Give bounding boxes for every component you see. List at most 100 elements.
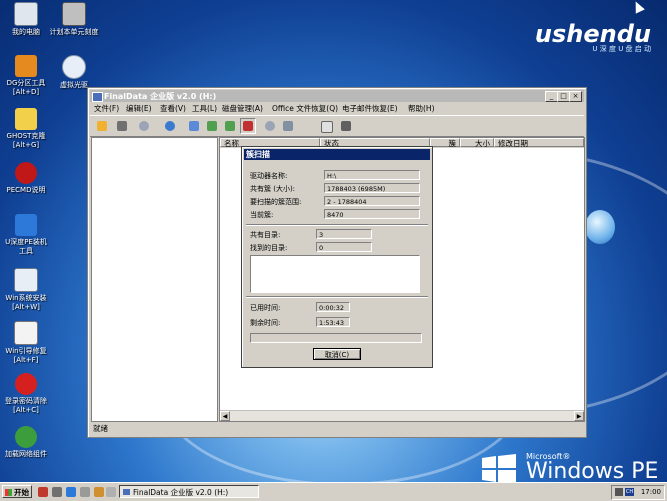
windows-logo-icon bbox=[5, 489, 12, 496]
status-text: 就绪 bbox=[93, 424, 108, 433]
windows-flag-icon bbox=[482, 454, 516, 484]
tray-icon[interactable] bbox=[615, 488, 623, 496]
found-items-box bbox=[250, 255, 420, 293]
desktop-icon-label: 登录密码清除 [Alt+C] bbox=[5, 397, 47, 414]
menu-edit[interactable]: 编辑(E) bbox=[126, 103, 152, 114]
desktop-icon-virtual-drive[interactable]: 虚拟光驱 bbox=[44, 55, 104, 90]
menu-disk[interactable]: 磁盘管理(A) bbox=[222, 103, 263, 114]
current-cluster-label: 当前簇: bbox=[250, 211, 274, 219]
installer-icon bbox=[15, 214, 37, 236]
desktop-icon-label: Win引导修复 [Alt+F] bbox=[5, 347, 47, 364]
menu-office-recovery[interactable]: Office 文件恢复(Q) bbox=[272, 103, 338, 114]
menu-view[interactable]: 查看(V) bbox=[160, 103, 186, 114]
total-dirs-value: 3 bbox=[316, 229, 372, 239]
divider bbox=[246, 296, 428, 298]
no-password-icon bbox=[15, 373, 37, 395]
desktop-icon-win-install[interactable]: Win系统安装 [Alt+W] bbox=[0, 268, 56, 312]
menu-tools[interactable]: 工具(L) bbox=[192, 103, 217, 114]
desktop-icon-boot-repair[interactable]: Win引导修复 [Alt+F] bbox=[0, 321, 56, 365]
quicklaunch-icon[interactable] bbox=[52, 487, 62, 497]
remaining-time-label: 剩余时间: bbox=[250, 319, 281, 327]
dialog-title: 簇扫描 bbox=[244, 149, 430, 160]
desktop-icon-network[interactable]: 加载网络组件 bbox=[0, 426, 56, 459]
cluster-scan-dialog[interactable]: 簇扫描 驱动器名称: H:\ 共有簇 (大小): 1788403 (6985M)… bbox=[241, 146, 433, 368]
current-cluster-value: 8470 bbox=[324, 209, 420, 219]
window-title: FinalData 企业版 v2.0 (H:) bbox=[104, 92, 217, 101]
menu-file[interactable]: 文件(F) bbox=[94, 103, 119, 114]
desktop-icon-ghost[interactable]: GHOST克隆 [Alt+G] bbox=[0, 108, 56, 150]
recover-icon[interactable] bbox=[338, 118, 354, 134]
find-icon[interactable] bbox=[262, 118, 278, 134]
quicklaunch-icon[interactable] bbox=[38, 487, 48, 497]
desktop-icon-label: 加载网络组件 bbox=[5, 450, 47, 458]
column-modified-date[interactable]: 修改日期 bbox=[494, 138, 584, 148]
gear-icon[interactable] bbox=[162, 118, 178, 134]
clock[interactable]: 17:00 bbox=[641, 488, 661, 496]
desktop-icon-password-clear[interactable]: 登录密码清除 [Alt+C] bbox=[0, 373, 56, 415]
ushendu-brand: ushendu U 深 度 U 盘 启 动 bbox=[535, 20, 651, 54]
open-folder-icon[interactable] bbox=[94, 118, 110, 134]
taskbar-button-finaldata[interactable]: FinalData 企业版 v2.0 (H:) bbox=[119, 485, 259, 498]
start-button[interactable]: 开始 bbox=[2, 485, 32, 498]
toolbox-icon bbox=[14, 321, 38, 345]
scan-progress-bar bbox=[250, 333, 422, 343]
column-cluster[interactable]: 簇 bbox=[430, 138, 460, 148]
find-list-icon[interactable] bbox=[280, 118, 296, 134]
system-tray: CH 17:00 bbox=[611, 485, 665, 500]
scroll-left-icon[interactable]: ◀ bbox=[220, 411, 230, 421]
cd-drive-icon bbox=[62, 55, 86, 79]
menu-email-recovery[interactable]: 电子邮件恢复(E) bbox=[342, 103, 398, 114]
app-icon bbox=[92, 92, 103, 102]
quicklaunch-icon[interactable] bbox=[106, 487, 116, 497]
drive-name-value: H:\ bbox=[324, 170, 420, 180]
desktop-icon-label: GHOST克隆 [Alt+G] bbox=[6, 132, 46, 149]
menu-help[interactable]: 帮助(H) bbox=[408, 103, 435, 114]
quicklaunch-icon[interactable] bbox=[94, 487, 104, 497]
column-size[interactable]: 大小 bbox=[460, 138, 494, 148]
desktop-icon-tool[interactable]: 计划本单元刻度 bbox=[44, 2, 104, 37]
divider bbox=[246, 224, 428, 226]
ghost-icon bbox=[15, 108, 37, 130]
window-titlebar[interactable]: FinalData 企业版 v2.0 (H:) _ □ × bbox=[90, 90, 584, 102]
desktop-icon-pecmd[interactable]: PECMD说明 bbox=[0, 162, 56, 195]
drive-icon bbox=[62, 2, 86, 26]
drive-name-label: 驱动器名称: bbox=[250, 172, 288, 180]
desktop-icon-label: Win系统安装 [Alt+W] bbox=[5, 294, 47, 311]
desktop-icon-label: 计划本单元刻度 bbox=[49, 28, 99, 36]
grid-icon[interactable] bbox=[240, 118, 256, 134]
toolbar bbox=[90, 115, 584, 137]
horizontal-scrollbar[interactable]: ◀ ▶ bbox=[220, 410, 584, 421]
elapsed-time-label: 已用时间: bbox=[250, 304, 281, 312]
total-clusters-label: 共有簇 (大小): bbox=[250, 185, 296, 193]
help-icon bbox=[15, 162, 37, 184]
copy-icon[interactable] bbox=[318, 118, 334, 134]
total-dirs-label: 共有目录: bbox=[250, 231, 281, 239]
cancel-button[interactable]: 取消(C) bbox=[313, 348, 361, 360]
quicklaunch-icon[interactable] bbox=[66, 487, 76, 497]
start-label: 开始 bbox=[14, 488, 29, 497]
menu-bar: 文件(F) 编辑(E) 查看(V) 工具(L) 磁盘管理(A) Office 文… bbox=[90, 103, 584, 114]
tree-expand-icon[interactable] bbox=[204, 118, 220, 134]
desktop-icon-label: PECMD说明 bbox=[6, 186, 46, 194]
taskbar-button-label: FinalData 企业版 v2.0 (H:) bbox=[133, 488, 229, 497]
found-dirs-value: 0 bbox=[316, 242, 372, 252]
tree-collapse-icon[interactable] bbox=[222, 118, 238, 134]
scroll-right-icon[interactable]: ▶ bbox=[574, 411, 584, 421]
ime-indicator[interactable]: CH bbox=[625, 488, 634, 496]
tree-icon[interactable] bbox=[186, 118, 202, 134]
computer-icon bbox=[14, 2, 38, 26]
desktop-icon-installer[interactable]: U深度PE装机 工具 bbox=[0, 214, 56, 256]
folder-tree-pane[interactable] bbox=[91, 137, 218, 422]
status-bar: 就绪 bbox=[91, 422, 583, 434]
search-icon[interactable] bbox=[136, 118, 152, 134]
remaining-time-value: 1:53:43 bbox=[316, 317, 350, 327]
windows-pe-label: Windows PE bbox=[526, 459, 659, 484]
dg-partition-icon bbox=[15, 55, 37, 77]
disk-icon[interactable] bbox=[114, 118, 130, 134]
taskbar: 开始 FinalData 企业版 v2.0 (H:) CH 17:00 bbox=[0, 482, 667, 501]
found-dirs-label: 找到的目录: bbox=[250, 244, 288, 252]
close-button[interactable]: × bbox=[569, 91, 582, 102]
quicklaunch-icon[interactable] bbox=[80, 487, 90, 497]
elapsed-time-value: 0:00:32 bbox=[316, 302, 350, 312]
desktop-icon-label: U深度PE装机 工具 bbox=[5, 238, 47, 255]
